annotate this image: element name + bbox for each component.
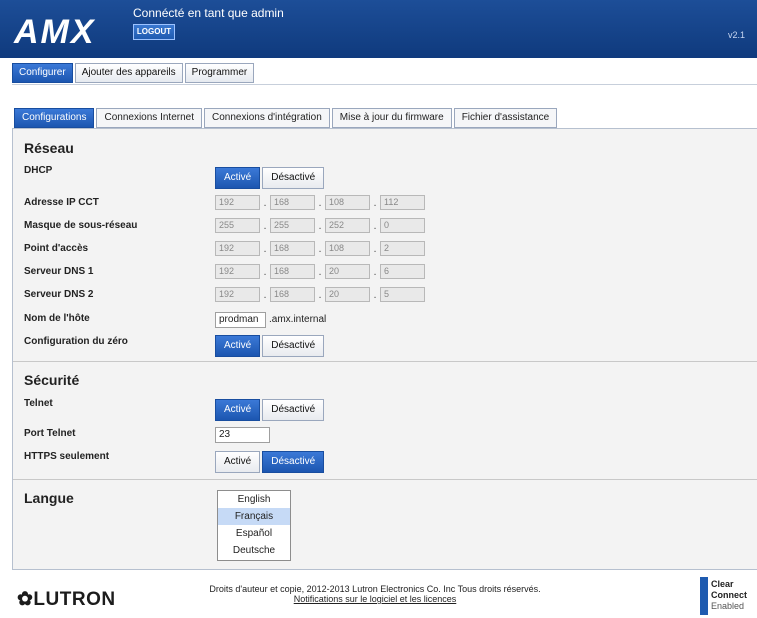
zeroconf-toggle: Activé Désactivé xyxy=(215,335,325,357)
version-label: v2.1 xyxy=(727,30,745,40)
hostname-input[interactable]: prodman xyxy=(215,312,266,328)
badge-line-3: Enabled xyxy=(711,601,744,611)
telnet-port-input[interactable]: 23 xyxy=(215,427,270,443)
telnet-toggle: Activé Désactivé xyxy=(215,399,325,421)
tab-divider xyxy=(12,84,757,85)
https-toggle: Activé Désactivé xyxy=(215,451,325,473)
language-option-deutsche[interactable]: Deutsche xyxy=(218,542,290,559)
footer: Droits d'auteur et copie, 2012-2013 Lutr… xyxy=(175,584,575,604)
langue-title: Langue xyxy=(24,490,74,506)
app-header: AMX Connécté en tant que admin LOGOUT v2… xyxy=(0,0,757,58)
zeroconf-on-button[interactable]: Activé xyxy=(215,335,261,357)
copyright-text: Droits d'auteur et copie, 2012-2013 Lutr… xyxy=(209,584,541,594)
main-tabs: Configurer Ajouter des appareils Program… xyxy=(12,63,255,83)
zeroconf-label: Configuration du zéro xyxy=(24,336,128,347)
section-divider xyxy=(13,361,757,362)
ip-cct-octet-3[interactable]: 108 xyxy=(325,195,370,210)
gateway-label: Point d'accès xyxy=(24,243,89,254)
dns2-octet-3[interactable]: 20 xyxy=(325,287,370,302)
dns1-octet-1[interactable]: 192 xyxy=(215,264,260,279)
subnet-octet-2[interactable]: 255 xyxy=(270,218,315,233)
dns2-field: 192. 168. 20. 5 xyxy=(215,287,425,302)
https-off-button[interactable]: Désactivé xyxy=(262,451,325,473)
dns2-octet-1[interactable]: 192 xyxy=(215,287,260,302)
licenses-link[interactable]: Notifications sur le logiciel et les lic… xyxy=(175,594,575,604)
securite-title: Sécurité xyxy=(24,372,80,388)
gateway-octet-2[interactable]: 168 xyxy=(270,241,315,256)
dns1-octet-2[interactable]: 168 xyxy=(270,264,315,279)
language-option-english[interactable]: English xyxy=(218,491,290,508)
amx-logo: AMX xyxy=(13,13,96,48)
settings-panel: Réseau DHCP Activé Désactivé Adresse IP … xyxy=(12,128,757,570)
subnet-octet-1[interactable]: 255 xyxy=(215,218,260,233)
subnet-field: 255. 255. 252. 0 xyxy=(215,218,425,233)
dns2-octet-2[interactable]: 168 xyxy=(270,287,315,302)
subnet-label: Masque de sous-réseau xyxy=(24,220,138,231)
ip-cct-field: 192. 168. 108. 112 xyxy=(215,195,425,210)
hostname-suffix: .amx.internal xyxy=(269,314,327,325)
badge-line-2: Connect xyxy=(711,590,747,600)
dhcp-on-button[interactable]: Activé xyxy=(215,167,261,189)
tab-configurer[interactable]: Configurer xyxy=(12,63,73,83)
tab-ajouter-appareils[interactable]: Ajouter des appareils xyxy=(74,63,183,83)
tab-programmer[interactable]: Programmer xyxy=(184,63,255,83)
login-status: Connécté en tant que admin xyxy=(133,6,284,20)
telnet-label: Telnet xyxy=(24,398,53,409)
dns1-octet-4[interactable]: 6 xyxy=(380,264,425,279)
subtab-connexions-integration[interactable]: Connexions d'intégration xyxy=(204,108,330,128)
subtab-configurations[interactable]: Configurations xyxy=(14,108,95,128)
clear-connect-icon: Clear Connect Enabled xyxy=(700,577,747,615)
language-option-francais[interactable]: Français xyxy=(218,508,290,525)
dns1-octet-3[interactable]: 20 xyxy=(325,264,370,279)
https-on-button[interactable]: Activé xyxy=(215,451,261,473)
sub-tabs: Configurations Connexions Internet Conne… xyxy=(14,108,558,128)
ip-cct-octet-4[interactable]: 112 xyxy=(380,195,425,210)
telnet-off-button[interactable]: Désactivé xyxy=(262,399,325,421)
gateway-field: 192. 168. 108. 2 xyxy=(215,241,425,256)
telnet-on-button[interactable]: Activé xyxy=(215,399,261,421)
reseau-title: Réseau xyxy=(24,140,74,156)
subtab-firmware[interactable]: Mise à jour du firmware xyxy=(331,108,452,128)
language-option-espanol[interactable]: Español xyxy=(218,525,290,542)
lutron-logo: ✿LUTRON xyxy=(17,588,116,611)
dhcp-label: DHCP xyxy=(24,165,53,176)
section-divider xyxy=(13,479,757,480)
subnet-octet-4[interactable]: 0 xyxy=(380,218,425,233)
lutron-mark-icon: ✿ xyxy=(17,589,34,610)
badge-line-1: Clear xyxy=(711,579,734,589)
logout-button[interactable]: LOGOUT xyxy=(133,24,175,40)
https-label: HTTPS seulement xyxy=(24,451,110,462)
dns1-label: Serveur DNS 1 xyxy=(24,266,94,277)
ip-cct-octet-2[interactable]: 168 xyxy=(270,195,315,210)
ip-cct-octet-1[interactable]: 192 xyxy=(215,195,260,210)
lutron-brand: LUTRON xyxy=(33,589,116,610)
language-listbox[interactable]: English Français Español Deutsche xyxy=(217,490,291,561)
ip-cct-label: Adresse IP CCT xyxy=(24,197,99,208)
dns2-octet-4[interactable]: 5 xyxy=(380,287,425,302)
clear-connect-badge: Clear Connect Enabled xyxy=(700,577,757,615)
gateway-octet-4[interactable]: 2 xyxy=(380,241,425,256)
telnet-port-label: Port Telnet xyxy=(24,428,76,439)
dhcp-off-button[interactable]: Désactivé xyxy=(262,167,325,189)
zeroconf-off-button[interactable]: Désactivé xyxy=(262,335,325,357)
gateway-octet-1[interactable]: 192 xyxy=(215,241,260,256)
dns1-field: 192. 168. 20. 6 xyxy=(215,264,425,279)
dns2-label: Serveur DNS 2 xyxy=(24,289,94,300)
hostname-label: Nom de l'hôte xyxy=(24,313,90,324)
subtab-connexions-internet[interactable]: Connexions Internet xyxy=(96,108,202,128)
subtab-fichier-assistance[interactable]: Fichier d'assistance xyxy=(453,108,558,128)
svg-text:AMX: AMX xyxy=(13,13,96,48)
subnet-octet-3[interactable]: 252 xyxy=(325,218,370,233)
gateway-octet-3[interactable]: 108 xyxy=(325,241,370,256)
dhcp-toggle: Activé Désactivé xyxy=(215,167,325,189)
